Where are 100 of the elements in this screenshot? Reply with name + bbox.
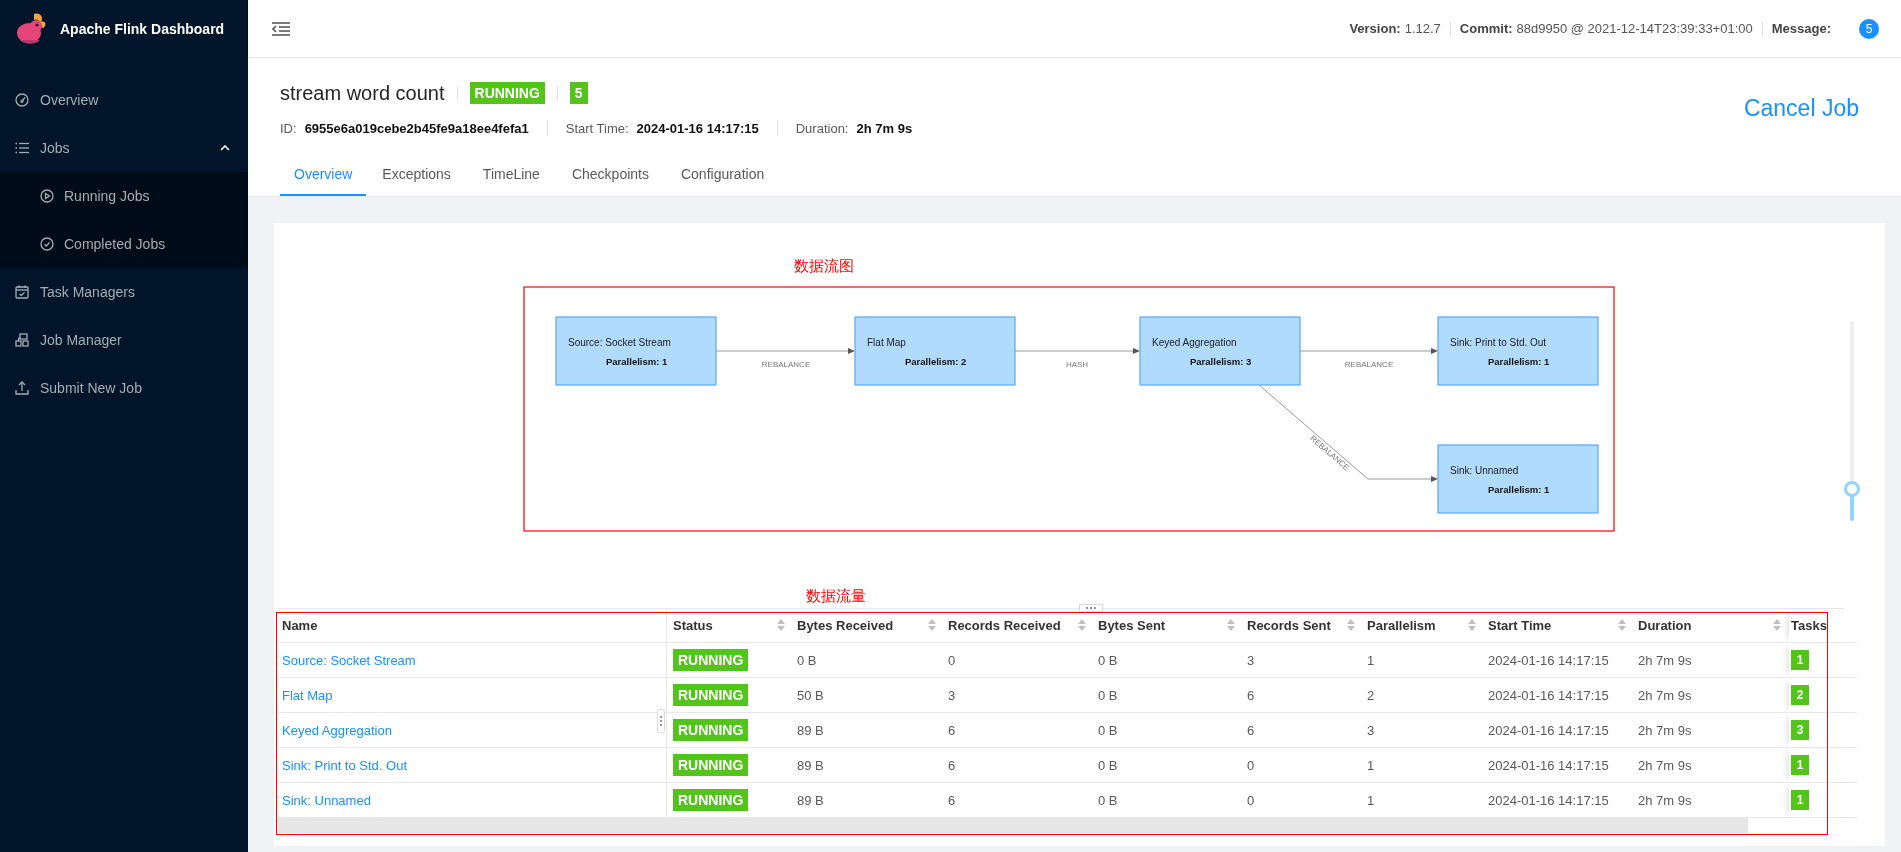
node-name: Sink: Print to Std. Out bbox=[1450, 337, 1547, 348]
node-name: Flat Map bbox=[867, 337, 906, 348]
status-tag: RUNNING bbox=[673, 789, 749, 811]
play-circle-icon bbox=[40, 189, 54, 203]
table-cell: 2h 7m 9s bbox=[1634, 747, 1789, 783]
table-cell: 2024-01-16 14:17:15 bbox=[1484, 782, 1634, 818]
sidebar-item[interactable]: Submit New Job bbox=[0, 364, 248, 412]
table-cell: 2024-01-16 14:17:15 bbox=[1484, 747, 1634, 783]
meta-label: Duration: bbox=[795, 120, 849, 136]
table-cell: 89 B bbox=[793, 782, 944, 818]
node-parallelism: Parallelism: 1 bbox=[606, 356, 668, 367]
meta-value: 2024-01-16 14:17:15 bbox=[636, 120, 759, 136]
table-cell: 0 bbox=[1243, 782, 1363, 818]
operator-node[interactable] bbox=[555, 316, 717, 386]
sidebar-item[interactable]: Running Jobs bbox=[0, 172, 248, 220]
gauge-icon bbox=[15, 93, 29, 107]
table-cell: 1 bbox=[1363, 782, 1484, 818]
edge-label: HASH bbox=[1065, 360, 1089, 369]
drag-handle-icon bbox=[1079, 604, 1103, 612]
annotation-label: 数据流量 bbox=[806, 587, 866, 606]
annotation-label: 数据流图 bbox=[794, 257, 854, 274]
table-cell: 1 bbox=[1363, 747, 1484, 783]
table-cell: 6 bbox=[944, 782, 1094, 818]
tab[interactable]: Configuration bbox=[664, 155, 781, 196]
table-cell: 3 bbox=[1243, 642, 1363, 678]
horizontal-scrollbar[interactable] bbox=[278, 818, 1748, 833]
column-header[interactable]: Records Received bbox=[944, 609, 1094, 643]
table-cell: 6 bbox=[944, 712, 1094, 748]
column-header: Tasks bbox=[1789, 609, 1857, 643]
tab[interactable]: TimeLine bbox=[466, 155, 556, 196]
tab[interactable]: Checkpoints bbox=[555, 155, 665, 196]
info-label: Commit: bbox=[1459, 21, 1513, 36]
table-cell: 2024-01-16 14:17:15 bbox=[1484, 677, 1634, 713]
table-cell: 0 B bbox=[1094, 747, 1243, 783]
table-cell: 2h 7m 9s bbox=[1634, 712, 1789, 748]
column-header[interactable]: Bytes Received bbox=[793, 609, 944, 643]
task-count-badge: 2 bbox=[1791, 685, 1809, 705]
tab[interactable]: Exceptions bbox=[366, 155, 467, 196]
table-cell: 0 B bbox=[1094, 712, 1243, 748]
upload-icon bbox=[15, 381, 29, 395]
squirrel-logo-icon bbox=[14, 12, 48, 46]
table-cell: 0 B bbox=[1094, 642, 1243, 678]
cluster-icon bbox=[15, 333, 29, 347]
check-circle-icon bbox=[40, 237, 54, 251]
sidebar-item[interactable]: Overview bbox=[0, 76, 248, 124]
table-cell: 89 B bbox=[793, 747, 944, 783]
slider-thumb[interactable] bbox=[1844, 480, 1860, 497]
table-cell: 50 B bbox=[793, 677, 944, 713]
column-header[interactable]: Start Time bbox=[1484, 609, 1634, 643]
task-count-badge: 1 bbox=[1791, 755, 1809, 775]
column-header[interactable]: Bytes Sent bbox=[1094, 609, 1243, 643]
operator-node[interactable] bbox=[1437, 444, 1599, 514]
edge-label: REBALANCE bbox=[761, 360, 811, 369]
list-icon bbox=[15, 141, 29, 155]
node-name: Sink: Unnamed bbox=[1450, 465, 1519, 476]
table-cell: 6 bbox=[1243, 712, 1363, 748]
operator-node[interactable] bbox=[1437, 316, 1599, 386]
table-cell: 6 bbox=[1243, 677, 1363, 713]
column-header[interactable]: Parallelism bbox=[1363, 609, 1484, 643]
table-cell: 2h 7m 9s bbox=[1634, 782, 1789, 818]
task-count-tag: 5 bbox=[569, 82, 588, 104]
node-parallelism: Parallelism: 3 bbox=[1190, 356, 1252, 367]
task-count-badge: 1 bbox=[1791, 650, 1809, 670]
status-tag: RUNNING bbox=[673, 719, 749, 741]
node-parallelism: Parallelism: 1 bbox=[1488, 484, 1550, 495]
operator-node[interactable] bbox=[1139, 316, 1301, 386]
task-count-badge: 3 bbox=[1791, 720, 1809, 740]
sidebar-item[interactable]: Jobs bbox=[0, 124, 248, 172]
table-cell: 2024-01-16 14:17:15 bbox=[1484, 642, 1634, 678]
sidebar-item[interactable]: Completed Jobs bbox=[0, 220, 248, 268]
task-count-badge: 1 bbox=[1791, 790, 1809, 810]
calendar-icon bbox=[15, 285, 29, 299]
table-cell: 2h 7m 9s bbox=[1634, 677, 1789, 713]
column-header[interactable]: Duration bbox=[1634, 609, 1789, 643]
table-cell: 2024-01-16 14:17:15 bbox=[1484, 712, 1634, 748]
job-name: stream word count bbox=[280, 81, 445, 105]
table-cell: 1 bbox=[1363, 642, 1484, 678]
table-cell: 3 bbox=[944, 677, 1094, 713]
menu-fold-icon[interactable] bbox=[272, 21, 290, 36]
column-header[interactable]: Status bbox=[666, 609, 793, 643]
table-cell: 3 bbox=[1363, 712, 1484, 748]
node-name: Source: Socket Stream bbox=[568, 337, 671, 348]
status-tag: RUNNING bbox=[673, 754, 749, 776]
table-cell: 6 bbox=[944, 747, 1094, 783]
edge-label: REBALANCE bbox=[1344, 360, 1394, 369]
node-name: Keyed Aggregation bbox=[1152, 337, 1237, 348]
operator-node[interactable] bbox=[854, 316, 1016, 386]
node-parallelism: Parallelism: 2 bbox=[905, 356, 967, 367]
sidebar-item[interactable]: Job Manager bbox=[0, 316, 248, 364]
app-title: Apache Flink Dashboard bbox=[60, 21, 225, 37]
info-value: 1.12.7 bbox=[1404, 21, 1441, 36]
table-cell: 0 B bbox=[1094, 677, 1243, 713]
table-cell: 0 B bbox=[1094, 782, 1243, 818]
column-header[interactable]: Records Sent bbox=[1243, 609, 1363, 643]
table-cell: 89 B bbox=[793, 712, 944, 748]
sidebar-item[interactable]: Task Managers bbox=[0, 268, 248, 316]
meta-label: ID: bbox=[280, 120, 297, 136]
table-cell: 0 bbox=[1243, 747, 1363, 783]
column-resize-handle-icon bbox=[657, 709, 665, 733]
job-status-tag: RUNNING bbox=[469, 82, 545, 104]
